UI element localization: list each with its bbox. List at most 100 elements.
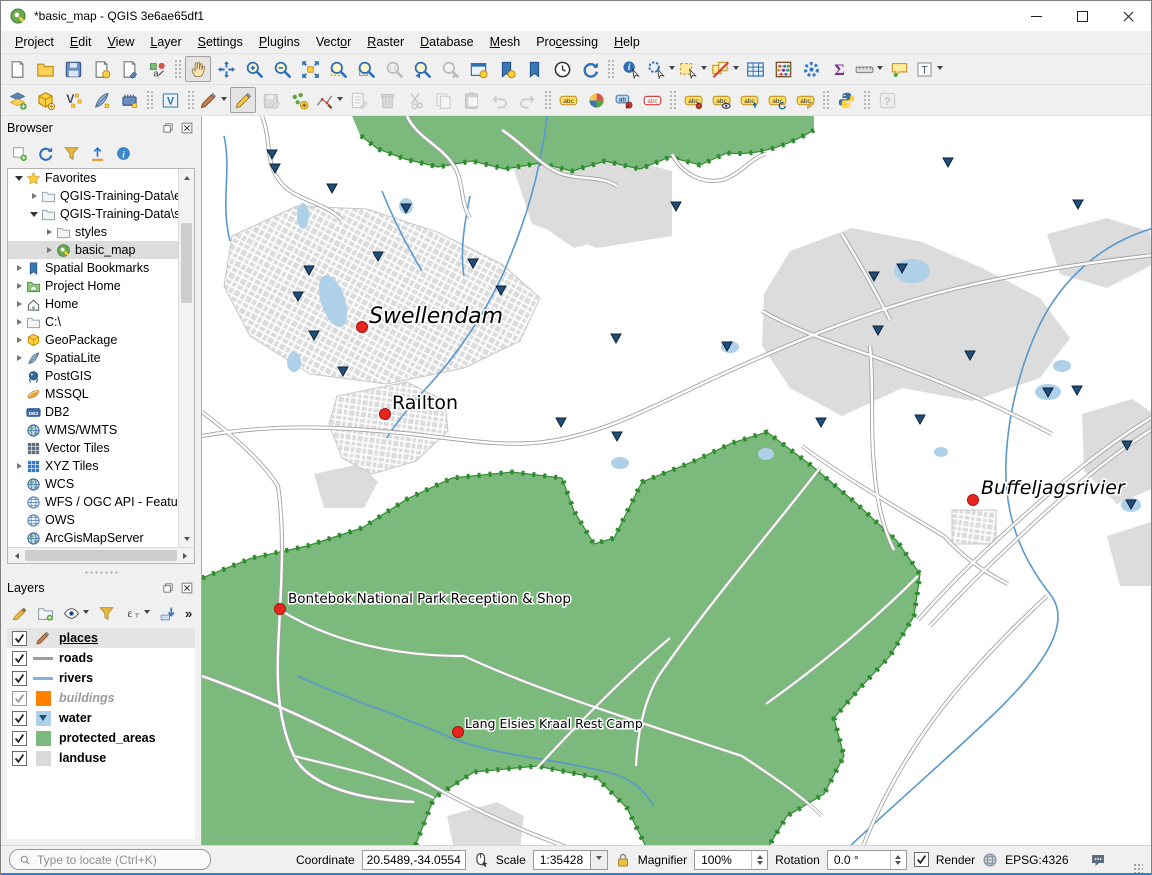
expander-closed-icon[interactable] [42,247,55,253]
new-geopackage-layer-button[interactable] [32,87,58,113]
move-label-button[interactable] [736,87,762,113]
dropdown-arrow-icon[interactable] [877,66,883,73]
browser-item-home[interactable]: Home [8,295,178,313]
zoom-full-button[interactable] [297,56,323,82]
toolbar-handle[interactable] [174,59,181,79]
statistical-summary-button[interactable] [770,56,796,82]
expander-open-icon[interactable] [27,208,40,221]
expander-closed-icon[interactable] [42,229,55,235]
add-point-feature-button[interactable] [286,87,312,113]
layer-visibility-checkbox[interactable] [12,751,27,766]
browser-item-db2[interactable]: DB2 [8,403,178,421]
dropdown-arrow-icon[interactable] [701,66,707,73]
layer-item-rivers[interactable]: rivers [7,668,195,688]
browser-item-mssql[interactable]: MSSQL [8,385,178,403]
menu-raster[interactable]: Raster [359,33,412,51]
scrollbar-thumb[interactable] [181,223,192,303]
overflow-button[interactable]: » [185,606,192,621]
zoom-out-button[interactable] [269,56,295,82]
measure-button[interactable] [854,56,884,82]
pan-to-selection-button[interactable] [213,56,239,82]
minimize-button[interactable] [1013,1,1059,31]
scroll-right-button[interactable] [179,549,194,563]
resize-grip[interactable] [1133,863,1143,873]
menu-view[interactable]: View [99,33,142,51]
open-attribute-table-button[interactable] [742,56,768,82]
pin-labels-button[interactable] [680,87,706,113]
browser-item-styles[interactable]: styles [8,223,178,241]
layer-item-protected_areas[interactable]: protected_areas [7,728,195,748]
close-button[interactable] [1105,1,1151,31]
identify-features-button[interactable] [618,56,644,82]
filter-by-expression-button[interactable] [124,605,150,622]
scale-dropdown-button[interactable] [591,850,608,870]
menu-plugins[interactable]: Plugins [251,33,308,51]
scale-combobox[interactable]: 1:35428 [533,850,608,870]
rotate-label-button[interactable] [764,87,790,113]
browser-vertical-scrollbar[interactable] [178,169,194,547]
browser-item-qgis-training-data-s[interactable]: QGIS-Training-Data\s [8,205,178,223]
new-print-layout-button[interactable] [88,56,114,82]
browser-item-favorites[interactable]: Favorites [8,169,178,187]
menu-layer[interactable]: Layer [142,33,189,51]
browser-item-postgis[interactable]: PostGIS [8,367,178,385]
lock-scale-icon[interactable] [615,852,631,868]
menu-vector[interactable]: Vector [308,33,359,51]
menu-project[interactable]: Project [7,33,62,51]
run-feature-action-button[interactable] [646,56,676,82]
show-layout-manager-button[interactable] [116,56,142,82]
dropdown-arrow-icon[interactable] [733,66,739,73]
spin-buttons[interactable] [890,851,906,869]
map-canvas[interactable]: SwellendamRailtonBuffeljagsrivierBontebo… [202,116,1151,845]
dropdown-arrow-icon[interactable] [144,610,150,617]
show-hidden-labels-button[interactable] [708,87,734,113]
scroll-down-button[interactable] [179,533,194,547]
expander-closed-icon[interactable] [12,319,25,325]
rotation-value[interactable]: 0.0 ° [828,851,890,869]
menu-database[interactable]: Database [412,33,482,51]
change-label-button[interactable] [792,87,818,113]
dropdown-arrow-icon[interactable] [221,97,227,104]
locator-search-input[interactable]: Type to locate (Ctrl+K) [9,849,211,870]
dropdown-arrow-icon[interactable] [669,66,675,73]
rotation-spinbox[interactable]: 0.0 ° [827,850,907,870]
toolbar-handle[interactable] [863,90,870,110]
toolbar-handle[interactable] [669,90,676,110]
browser-item-wfs-ogc-api-feature[interactable]: WFS / OGC API - Feature [8,493,178,511]
zoom-in-button[interactable] [241,56,267,82]
scale-value[interactable]: 1:35428 [533,850,591,870]
refresh-map-button[interactable] [577,56,603,82]
menu-mesh[interactable]: Mesh [482,33,529,51]
new-spatial-bookmark-button[interactable] [493,56,519,82]
dropdown-arrow-icon[interactable] [337,97,343,104]
new-virtual-layer-button[interactable] [157,87,183,113]
browser-item-c[interactable]: C:\ [8,313,178,331]
scrollbar-thumb[interactable] [25,550,177,561]
vertex-tool-button[interactable] [314,87,344,113]
layers-close-button[interactable] [179,580,195,596]
layer-item-landuse[interactable]: landuse [7,748,195,768]
zoom-to-selection-button[interactable] [325,56,351,82]
toolbar-handle[interactable] [544,90,551,110]
layer-visibility-checkbox[interactable] [12,731,27,746]
browser-item-arcgismapserver[interactable]: ArcGisMapServer [8,529,178,547]
scroll-left-button[interactable] [8,549,23,563]
expander-closed-icon[interactable] [12,355,25,361]
scroll-up-button[interactable] [179,169,194,183]
browser-item-geopackage[interactable]: GeoPackage [8,331,178,349]
dropdown-arrow-icon[interactable] [937,66,943,73]
browser-close-button[interactable] [179,120,195,136]
maximize-button[interactable] [1059,1,1105,31]
layer-visibility-checkbox[interactable] [12,651,27,666]
refresh-browser-button[interactable] [37,145,54,162]
expand-all-button[interactable] [159,605,176,622]
layer-diagram-button[interactable] [583,87,609,113]
coordinate-field[interactable]: 20.5489,-34.0554 [362,850,466,870]
dropdown-arrow-icon[interactable] [83,610,89,617]
expander-closed-icon[interactable] [12,337,25,343]
pan-map-button[interactable] [185,56,211,82]
layer-labeling-button[interactable] [555,87,581,113]
filter-browser-button[interactable] [63,145,80,162]
properties-widget-button[interactable] [115,145,132,162]
processing-toolbox-button[interactable] [798,56,824,82]
